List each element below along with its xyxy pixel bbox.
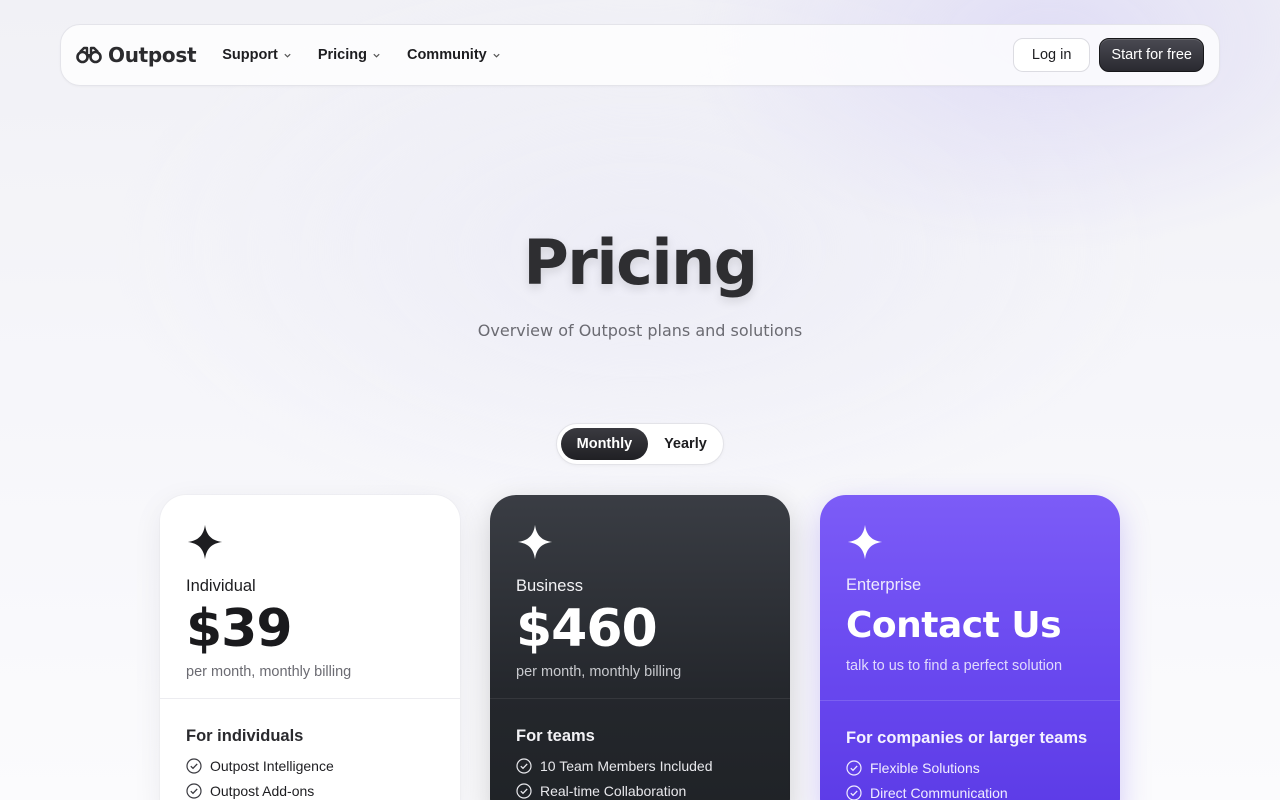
feature-item: 10 Team Members Included: [516, 758, 713, 774]
brand-logo[interactable]: Outpost: [76, 43, 197, 67]
nav-actions: Log in Start for free: [1012, 38, 1204, 72]
check-circle-icon: [516, 758, 532, 774]
billing-toggle: Monthly Yearly: [556, 423, 724, 465]
feature-label: Direct Communication: [870, 785, 1008, 800]
feature-label: Real-time Collaboration: [540, 783, 687, 799]
plan-name: Business: [516, 577, 583, 595]
plan-name: Enterprise: [846, 576, 922, 594]
chevron-down-icon: [373, 53, 380, 58]
plan-price: Contact Us: [846, 605, 1062, 646]
card-divider: [490, 698, 790, 699]
top-navbar: Outpost Support Pricing Community Log in…: [60, 24, 1220, 86]
check-circle-icon: [846, 760, 862, 776]
brand-name: Outpost: [108, 43, 197, 67]
feature-item: Real-time Collaboration: [516, 783, 686, 799]
plan-price: $39: [186, 599, 293, 659]
feature-label: Outpost Intelligence: [210, 758, 334, 774]
page-title: Pricing: [523, 226, 758, 299]
sparkle-icon: [847, 524, 883, 560]
plan-card-business: Business $460 per month, monthly billing…: [490, 495, 790, 800]
nav-item-community[interactable]: Community: [407, 47, 501, 63]
plan-section-title: For teams: [516, 727, 595, 745]
login-button[interactable]: Log in: [1012, 38, 1091, 72]
plan-price-note: per month, monthly billing: [186, 664, 352, 680]
nav-item-support[interactable]: Support: [222, 47, 292, 63]
feature-label: Outpost Add-ons: [210, 783, 315, 799]
feature-item: Direct Communication: [846, 785, 1008, 800]
nav-item-label: Pricing: [317, 47, 367, 63]
plan-price-note: talk to us to find a perfect solution: [846, 658, 1063, 674]
nav-item-label: Community: [406, 47, 487, 63]
plan-card-enterprise: Enterprise Contact Us talk to us to find…: [820, 495, 1120, 800]
plan-section-title: For companies or larger teams: [846, 729, 1088, 747]
feature-item: Outpost Intelligence: [186, 758, 334, 774]
nav-menu: Support Pricing Community: [222, 47, 500, 63]
toggle-monthly[interactable]: Monthly: [561, 428, 648, 460]
page-subtitle: Overview of Outpost plans and solutions: [477, 321, 803, 340]
check-circle-icon: [186, 783, 202, 799]
plan-section-title: For individuals: [186, 727, 304, 745]
start-free-button[interactable]: Start for free: [1099, 38, 1204, 72]
check-circle-icon: [516, 783, 532, 799]
check-circle-icon: [186, 758, 202, 774]
chevron-down-icon: [493, 53, 500, 58]
toggle-yearly[interactable]: Yearly: [652, 428, 719, 460]
card-divider: [820, 700, 1120, 701]
chevron-down-icon: [284, 53, 291, 58]
nav-item-label: Support: [222, 47, 278, 63]
plan-card-individual: Individual $39 per month, monthly billin…: [160, 495, 460, 800]
binoculars-icon: [76, 46, 102, 64]
plan-name: Individual: [186, 577, 256, 595]
feature-label: 10 Team Members Included: [540, 758, 713, 774]
feature-item: Outpost Add-ons: [186, 783, 314, 799]
plan-price: $460: [516, 599, 658, 659]
nav-item-pricing[interactable]: Pricing: [318, 47, 381, 63]
card-divider: [160, 698, 460, 699]
sparkle-icon: [517, 524, 553, 560]
feature-label: Flexible Solutions: [870, 760, 980, 776]
feature-item: Flexible Solutions: [846, 760, 980, 776]
sparkle-icon: [187, 524, 223, 560]
plan-price-note: per month, monthly billing: [516, 664, 682, 680]
check-circle-icon: [846, 785, 862, 800]
